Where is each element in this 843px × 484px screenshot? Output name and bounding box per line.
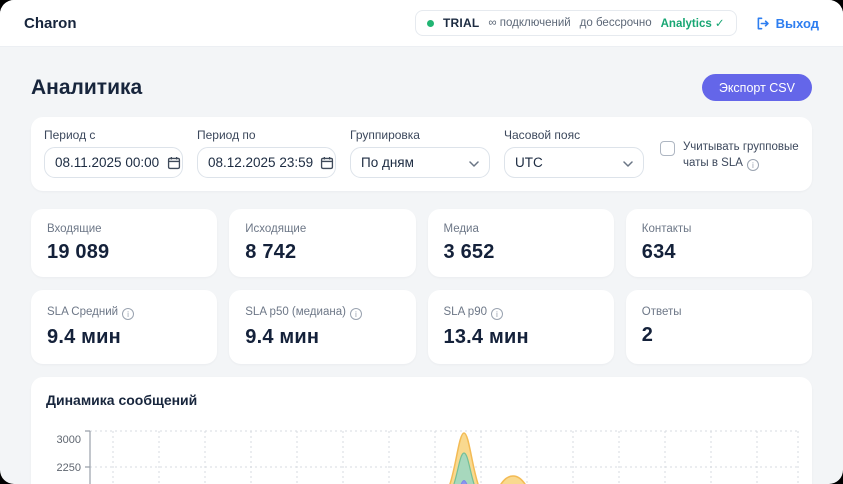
chart-title: Динамика сообщений bbox=[46, 392, 798, 408]
export-csv-button[interactable]: Экспорт CSV bbox=[702, 74, 812, 101]
period-from-label: Период с bbox=[44, 128, 183, 142]
info-icon[interactable] bbox=[122, 308, 134, 320]
stat-label: Исходящие bbox=[245, 223, 399, 235]
stat-card-incoming: Входящие 19 089 bbox=[31, 209, 217, 277]
info-icon[interactable] bbox=[491, 308, 503, 320]
status-dot-icon bbox=[427, 20, 434, 27]
calendar-icon[interactable] bbox=[320, 156, 334, 170]
stat-card-sla-p90: SLA p90 13.4 мин bbox=[428, 290, 614, 364]
page-header: Аналитика Экспорт CSV bbox=[31, 47, 812, 101]
period-from-input-wrap bbox=[44, 147, 183, 178]
stat-value: 2 bbox=[642, 324, 796, 347]
app-window: Charon TRIAL ∞ подключений до бессрочно … bbox=[0, 0, 843, 484]
period-to-input[interactable] bbox=[208, 155, 320, 170]
main-content: Аналитика Экспорт CSV Период с Пе bbox=[0, 47, 843, 484]
messages-dynamics-chart: 3000 2250 bbox=[45, 423, 799, 484]
logout-label: Выход bbox=[776, 16, 819, 31]
stat-label: SLA Средний bbox=[47, 306, 201, 320]
stat-card-replies: Ответы 2 bbox=[626, 290, 812, 364]
brand-logo: Charon bbox=[24, 15, 77, 32]
stat-value: 3 652 bbox=[444, 241, 598, 264]
timezone-select[interactable]: UTC bbox=[504, 147, 644, 178]
stat-label: Контакты bbox=[642, 223, 796, 235]
timezone-value: UTC bbox=[515, 155, 543, 170]
period-to-label: Период по bbox=[197, 128, 336, 142]
stat-value: 9.4 мин bbox=[47, 326, 201, 349]
page-title: Аналитика bbox=[31, 76, 142, 100]
grouping-select[interactable]: По дням bbox=[350, 147, 490, 178]
calendar-icon[interactable] bbox=[167, 156, 181, 170]
plan-badge: TRIAL ∞ подключений до бессрочно Analyti… bbox=[415, 10, 737, 36]
grouping-label: Группировка bbox=[350, 128, 490, 142]
stats-row-2: SLA Средний 9.4 мин SLA p50 (медиана) 9.… bbox=[31, 290, 812, 364]
stat-card-media: Медиа 3 652 bbox=[428, 209, 614, 277]
info-icon[interactable] bbox=[350, 308, 362, 320]
logout-icon bbox=[755, 16, 770, 31]
stat-value: 9.4 мин bbox=[245, 326, 399, 349]
grouping-value: По дням bbox=[361, 155, 414, 170]
period-to-input-wrap bbox=[197, 147, 336, 178]
stats-row-1: Входящие 19 089 Исходящие 8 742 Медиа 3 … bbox=[31, 209, 812, 277]
top-bar: Charon TRIAL ∞ подключений до бессрочно … bbox=[0, 0, 843, 47]
sla-group-chats-label: Учитывать групповые чаты в SLA bbox=[683, 140, 799, 171]
chevron-down-icon bbox=[469, 155, 479, 170]
info-icon[interactable] bbox=[747, 159, 759, 171]
period-from-input[interactable] bbox=[55, 155, 167, 170]
field-timezone: Часовой пояс UTC bbox=[504, 128, 644, 178]
filters-panel: Период с Период по bbox=[31, 117, 812, 191]
stat-label: Входящие bbox=[47, 223, 201, 235]
logout-button[interactable]: Выход bbox=[755, 16, 819, 31]
stat-value: 8 742 bbox=[245, 241, 399, 264]
stat-card-contacts: Контакты 634 bbox=[626, 209, 812, 277]
sla-group-chats-option: Учитывать групповые чаты в SLA bbox=[660, 140, 799, 171]
top-bar-right: TRIAL ∞ подключений до бессрочно Analyti… bbox=[415, 10, 819, 36]
stat-value: 13.4 мин bbox=[444, 326, 598, 349]
sla-group-chats-checkbox[interactable] bbox=[660, 141, 675, 156]
stat-label: SLA p90 bbox=[444, 306, 598, 320]
field-period-from: Период с bbox=[44, 128, 183, 178]
chevron-down-icon bbox=[623, 155, 633, 170]
stat-label: SLA p50 (медиана) bbox=[245, 306, 399, 320]
stat-label: Медиа bbox=[444, 223, 598, 235]
plan-expiry: до бессрочно bbox=[580, 17, 652, 29]
y-tick-3000: 3000 bbox=[57, 434, 81, 446]
plan-connections: ∞ подключений bbox=[488, 17, 570, 29]
stat-value: 634 bbox=[642, 241, 796, 264]
plan-analytics-badge: Analytics ✓ bbox=[661, 16, 725, 30]
field-period-to: Период по bbox=[197, 128, 336, 178]
plan-name: TRIAL bbox=[443, 16, 479, 30]
stat-label: Ответы bbox=[642, 306, 796, 318]
y-tick-2250: 2250 bbox=[57, 462, 81, 474]
stat-card-sla-p50: SLA p50 (медиана) 9.4 мин bbox=[229, 290, 415, 364]
timezone-label: Часовой пояс bbox=[504, 128, 644, 142]
field-grouping: Группировка По дням bbox=[350, 128, 490, 178]
stat-value: 19 089 bbox=[47, 241, 201, 264]
stat-card-outgoing: Исходящие 8 742 bbox=[229, 209, 415, 277]
chart-plot-area: 3000 2250 bbox=[45, 423, 798, 484]
stat-card-sla-avg: SLA Средний 9.4 мин bbox=[31, 290, 217, 364]
orange-series-bump bbox=[499, 476, 527, 484]
messages-dynamics-chart-card: Динамика сообщений bbox=[31, 377, 812, 484]
